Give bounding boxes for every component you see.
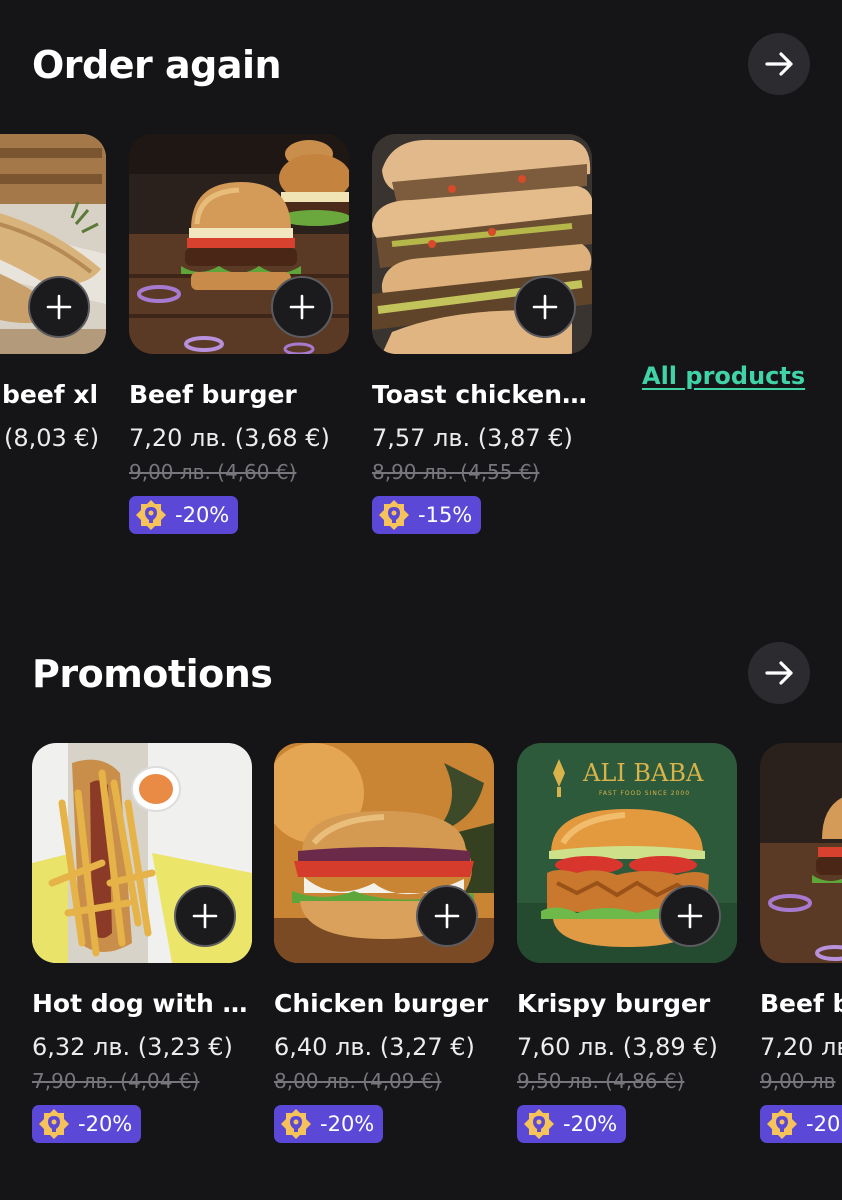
plus-icon xyxy=(289,294,315,320)
discount-badge: -15% xyxy=(372,496,482,534)
add-to-cart-button[interactable] xyxy=(271,276,333,338)
discount-value: -20% xyxy=(175,503,230,527)
product-old-price: 9,00 лв. (4,60 €) xyxy=(129,460,297,484)
plus-icon xyxy=(532,294,558,320)
discount-badge: -20% xyxy=(129,496,239,534)
discount-badge: -20% xyxy=(32,1105,142,1143)
discount-badge: -20% xyxy=(517,1105,627,1143)
product-price: 7,60 лв. (3,89 €) xyxy=(517,1033,718,1061)
product-old-price: 9,00 лв xyxy=(760,1069,836,1093)
product-price: 6,32 лв. (3,23 €) xyxy=(32,1033,233,1061)
discount-badge: -20% xyxy=(274,1105,384,1143)
discount-badge: -20 xyxy=(760,1105,842,1143)
product-name: Toast chicken |... xyxy=(372,380,590,409)
product-old-price: 9,50 лв. (4,86 €) xyxy=(517,1069,685,1093)
product-name: Chicken burger xyxy=(274,989,489,1018)
plus-icon xyxy=(46,294,72,320)
discount-badge-icon xyxy=(136,500,166,530)
product-name: Hot dog with g... xyxy=(32,989,250,1018)
discount-badge-icon xyxy=(379,500,409,530)
arrow-right-icon xyxy=(765,661,793,685)
product-image xyxy=(760,743,842,963)
product-name: Beef b xyxy=(760,989,842,1018)
product-price: 7,20 лв xyxy=(760,1033,842,1061)
product-price: 7,20 лв. (3,68 €) xyxy=(129,424,330,452)
add-to-cart-button[interactable] xyxy=(659,885,721,947)
product-name: Beef burger xyxy=(129,380,297,409)
promotions-arrow-button[interactable] xyxy=(748,642,810,704)
discount-value: -15% xyxy=(418,503,473,527)
discount-value: -20% xyxy=(320,1112,375,1136)
order-again-carousel[interactable]: beef xl (8,03 €) Beef burger 7,20 лв. (3… xyxy=(0,134,842,554)
product-old-price: 7,90 лв. (4,04 €) xyxy=(32,1069,200,1093)
plus-icon xyxy=(677,903,703,929)
promotions-title: Promotions xyxy=(32,652,273,696)
promotions-carousel[interactable]: Hot dog with g... 6,32 лв. (3,23 €) 7,90… xyxy=(0,743,842,1163)
discount-badge-icon xyxy=(281,1109,311,1139)
discount-value: -20 xyxy=(806,1112,841,1136)
add-to-cart-button[interactable] xyxy=(174,885,236,947)
discount-badge-icon xyxy=(524,1109,554,1139)
all-products-link[interactable]: All products xyxy=(642,362,805,390)
add-to-cart-button[interactable] xyxy=(514,276,576,338)
product-name: beef xl xyxy=(2,380,99,409)
order-again-title: Order again xyxy=(32,43,282,87)
product-price: 6,40 лв. (3,27 €) xyxy=(274,1033,475,1061)
discount-value: -20% xyxy=(563,1112,618,1136)
product-old-price: 8,00 лв. (4,09 €) xyxy=(274,1069,442,1093)
add-to-cart-button[interactable] xyxy=(416,885,478,947)
discount-value: -20% xyxy=(78,1112,133,1136)
arrow-right-icon xyxy=(765,52,793,76)
plus-icon xyxy=(434,903,460,929)
brand-logo-text: ALI BABA xyxy=(582,759,704,787)
brand-logo-tagline: FAST FOOD SINCE 2000 xyxy=(599,790,690,797)
product-name: Krispy burger xyxy=(517,989,711,1018)
order-again-arrow-button[interactable] xyxy=(748,33,810,95)
product-price: (8,03 €) xyxy=(4,424,100,452)
add-to-cart-button[interactable] xyxy=(28,276,90,338)
product-price: 7,57 лв. (3,87 €) xyxy=(372,424,573,452)
discount-badge-icon xyxy=(39,1109,69,1139)
product-old-price: 8,90 лв. (4,55 €) xyxy=(372,460,540,484)
discount-badge-icon xyxy=(767,1109,797,1139)
plus-icon xyxy=(192,903,218,929)
